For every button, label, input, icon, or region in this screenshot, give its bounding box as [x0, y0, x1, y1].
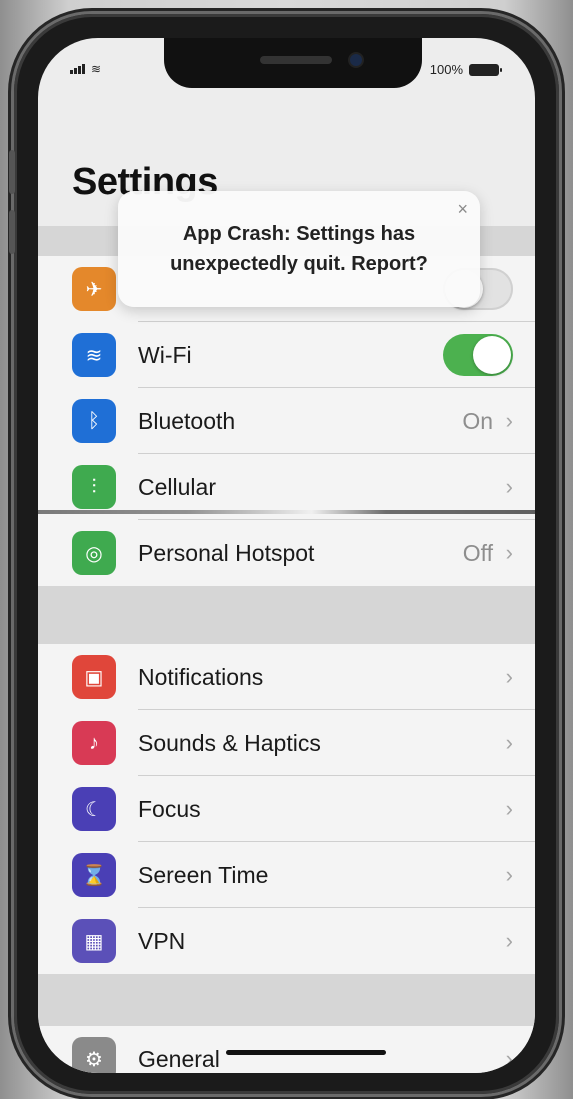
chevron-right-icon: › — [505, 664, 513, 689]
settings-row-vpn[interactable]: ▦ VPN › — [38, 908, 535, 974]
vpn-icon: ▦ — [72, 919, 116, 963]
chevron-right-icon: › — [505, 1046, 513, 1071]
speaker-grille — [260, 56, 332, 64]
sounds-icon: ♪ — [72, 721, 116, 765]
focus-moon-icon: ☾ — [72, 787, 116, 831]
row-label: General — [138, 1045, 220, 1072]
crash-alert[interactable]: App Crash: Settings has unexpectedly qui… — [118, 191, 480, 307]
settings-row-screen-time[interactable]: ⌛ Sereen Time › — [38, 842, 535, 908]
settings-row-notifications[interactable]: ▣ Notifications › — [38, 644, 535, 710]
section-gap — [38, 974, 535, 1026]
row-label: Bluetooth — [138, 407, 236, 434]
gear-icon: ⚙ — [72, 1037, 116, 1073]
row-label: Sounds & Haptics — [138, 729, 321, 756]
settings-row-focus[interactable]: ☾ Focus › — [38, 776, 535, 842]
home-indicator[interactable] — [226, 1050, 386, 1055]
chevron-right-icon: › — [505, 862, 513, 887]
row-label: Personal Hotspot — [138, 539, 315, 566]
volume-up-button — [9, 150, 15, 194]
signal-icon — [70, 64, 85, 74]
front-camera — [350, 54, 362, 66]
row-label: Cellular — [138, 473, 216, 500]
row-label: Sereen Time — [138, 861, 269, 888]
phone-screen: ≋ 100% Settings ✈ ≋ Wi-Fi ᛒ Bluetooth On… — [38, 38, 535, 1073]
chevron-right-icon: › — [505, 928, 513, 953]
battery-percentage: 100% — [429, 62, 463, 77]
wifi-status-icon: ≋ — [91, 62, 102, 76]
settings-row-sounds-haptics[interactable]: ♪ Sounds & Haptics › — [38, 710, 535, 776]
cellular-icon: ⫶ — [72, 465, 116, 509]
alert-message: App Crash: Settings has unexpectedly qui… — [134, 219, 464, 279]
alert-message-line-2: unexpectedly quit. Report? — [170, 253, 428, 275]
hotspot-icon: ◎ — [72, 531, 116, 575]
screen-crack — [38, 510, 535, 514]
settings-row-bluetooth[interactable]: ᛒ Bluetooth On › — [38, 388, 535, 454]
close-icon[interactable]: × — [457, 199, 468, 220]
settings-row-wifi[interactable]: ≋ Wi-Fi — [38, 322, 535, 388]
row-label: Focus — [138, 795, 201, 822]
bluetooth-icon: ᛒ — [72, 399, 116, 443]
row-label: Notifications — [138, 663, 264, 690]
alert-message-line-1: App Crash: Settings has — [182, 223, 416, 245]
chevron-right-icon: › — [505, 540, 513, 565]
section-gap — [38, 586, 535, 644]
chevron-right-icon: › — [505, 408, 513, 433]
toggle-knob — [473, 336, 511, 374]
row-label: Wi-Fi — [138, 341, 192, 368]
hotspot-status: Off — [462, 539, 493, 566]
notifications-group: ▣ Notifications › ♪ Sounds & Haptics › ☾… — [38, 644, 535, 974]
screen-time-icon: ⌛ — [72, 853, 116, 897]
settings-row-personal-hotspot[interactable]: ◎ Personal Hotspot Off › — [38, 520, 535, 586]
wifi-icon: ≋ — [72, 333, 116, 377]
volume-down-button — [9, 210, 15, 254]
battery-icon — [469, 63, 502, 76]
bluetooth-status: On — [462, 407, 493, 434]
chevron-right-icon: › — [505, 474, 513, 499]
airplane-icon: ✈ — [72, 267, 116, 311]
notch — [164, 38, 422, 88]
chevron-right-icon: › — [505, 796, 513, 821]
chevron-right-icon: › — [505, 730, 513, 755]
wifi-toggle[interactable] — [443, 334, 513, 376]
row-label: VPN — [138, 927, 186, 954]
notifications-icon: ▣ — [72, 655, 116, 699]
